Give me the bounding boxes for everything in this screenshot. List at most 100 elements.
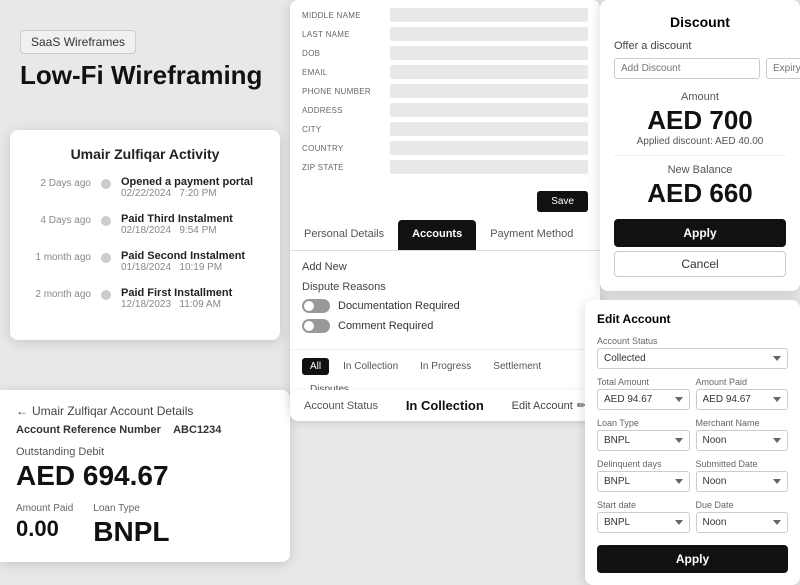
timeline-title: Paid Second Instalment [121,250,264,262]
tabs-card: MIDDLE NAME LAST NAME DOB EMAIL PHONE NU… [290,0,600,406]
ref-value: ABC1234 [173,424,221,436]
timeline-ago: 4 Days ago [26,213,91,226]
back-link[interactable]: ← Umair Zulfiqar Account Details [16,404,274,418]
field-input[interactable] [390,160,588,174]
field-label: LAST NAME [302,30,382,39]
merchant-name-select[interactable]: Noon [696,430,789,451]
dispute-reasons-label: Dispute Reasons [302,281,588,293]
amount-section: Amount AED 700 Applied discount: AED 40.… [614,91,786,147]
timeline-dot [101,253,111,263]
field-input[interactable] [390,27,588,41]
status-label: Account Status [304,400,378,412]
amount-paid-select[interactable]: AED 94.67 [696,389,789,410]
account-status-select[interactable]: Collected [597,348,788,369]
filter-tab[interactable]: All [302,358,329,375]
new-balance-title: New Balance [614,164,786,176]
timeline-ago: 2 month ago [26,287,91,300]
filter-tab[interactable]: Settlement [485,358,549,375]
form-field-row: CITY [302,122,588,136]
activity-card: Umair Zulfiqar Activity 2 Days ago Opene… [10,130,280,340]
discount-cancel-button[interactable]: Cancel [614,251,786,277]
tab-payment-method[interactable]: Payment Method [476,220,587,250]
new-balance-section: New Balance AED 660 [614,164,786,209]
edit-account-link[interactable]: Edit Account ✏ [512,399,586,412]
form-field-row: ZIP STATE [302,160,588,174]
start-date-select[interactable]: BNPL [597,512,690,533]
comment-toggle[interactable] [302,319,330,333]
back-link-label: Umair Zulfiqar Account Details [32,404,193,418]
timeline-item: 2 month ago Paid First Installment 12/18… [26,287,264,310]
form-field-row: PHONE NUMBER [302,84,588,98]
submitted-date-select[interactable]: Noon [696,471,789,492]
add-new-button[interactable]: Add New [302,261,588,273]
field-label: EMAIL [302,68,382,77]
timeline-date: 02/18/2024 9:54 PM [121,225,264,236]
due-date-label: Due Date [696,500,789,510]
form-field-row: DOB [302,46,588,60]
amount-paid-value: 0.00 [16,516,73,542]
timeline-item: 4 Days ago Paid Third Instalment 02/18/2… [26,213,264,236]
field-input[interactable] [390,8,588,22]
field-input[interactable] [390,84,588,98]
back-arrow-icon: ← [16,404,28,418]
comment-toggle-row: Comment Required [302,319,588,333]
ref-label: Account Reference Number [16,424,161,436]
field-label: DOB [302,49,382,58]
filter-tab[interactable]: In Progress [412,358,479,375]
account-status-label: Account Status [597,336,788,346]
timeline-item: 1 month ago Paid Second Instalment 01/18… [26,250,264,273]
field-label: ADDRESS [302,106,382,115]
field-label: CITY [302,125,382,134]
filter-tab[interactable]: In Collection [335,358,406,375]
tab-accounts[interactable]: Accounts [398,220,476,250]
field-input[interactable] [390,65,588,79]
timeline-title: Paid First Installment [121,287,264,299]
discount-apply-button[interactable]: Apply [614,219,786,247]
tabs-content: Add New Dispute Reasons Documentation Re… [290,251,600,349]
form-field-row: EMAIL [302,65,588,79]
saas-tag: SaaS Wireframes [20,30,136,54]
tab-personal-details[interactable]: Personal Details [290,220,398,250]
timeline-content: Paid Third Instalment 02/18/2024 9:54 PM [121,213,264,236]
timeline-dot [101,290,111,300]
field-input[interactable] [390,122,588,136]
timeline-ago: 1 month ago [26,250,91,263]
form-field-row: LAST NAME [302,27,588,41]
merchant-name-label: Merchant Name [696,418,789,428]
save-button[interactable]: Save [537,191,588,212]
due-date-select[interactable]: Noon [696,512,789,533]
new-balance-value: AED 660 [614,178,786,209]
field-input[interactable] [390,103,588,117]
timeline-title: Opened a payment portal [121,176,264,188]
expiry-date-input[interactable] [766,58,800,79]
documentation-toggle[interactable] [302,299,330,313]
timeline-date: 12/18/2023 11:09 AM [121,299,264,310]
comment-toggle-label: Comment Required [338,320,433,332]
field-label: MIDDLE NAME [302,11,382,20]
debit-label: Outstanding Debit [16,446,274,458]
form-fields: MIDDLE NAME LAST NAME DOB EMAIL PHONE NU… [290,0,600,185]
timeline-content: Opened a payment portal 02/22/2024 7:20 … [121,176,264,199]
add-discount-input[interactable] [614,58,760,79]
field-label: ZIP STATE [302,163,382,172]
delinquent-days-select[interactable]: BNPL [597,471,690,492]
delinquent-days-label: Delinquent days [597,459,690,469]
timeline-title: Paid Third Instalment [121,213,264,225]
activity-card-title: Umair Zulfiqar Activity [26,146,264,162]
amount-value: AED 700 [614,105,786,136]
timeline-date: 01/18/2024 10:19 PM [121,262,264,273]
loan-type-select[interactable]: BNPL [597,430,690,451]
timeline-item: 2 Days ago Opened a payment portal 02/22… [26,176,264,199]
field-input[interactable] [390,141,588,155]
edit-account-label: Edit Account [512,400,573,412]
timeline-content: Paid Second Instalment 01/18/2024 10:19 … [121,250,264,273]
discount-title: Discount [614,14,786,30]
form-field-row: COUNTRY [302,141,588,155]
tabs-row: Personal Details Accounts Payment Method [290,220,600,251]
debit-amount: AED 694.67 [16,460,274,492]
total-amount-select[interactable]: AED 94.67 [597,389,690,410]
amount-section-title: Amount [614,91,786,103]
amount-paid-label: Amount Paid [16,503,73,514]
field-label: PHONE NUMBER [302,87,382,96]
field-input[interactable] [390,46,588,60]
